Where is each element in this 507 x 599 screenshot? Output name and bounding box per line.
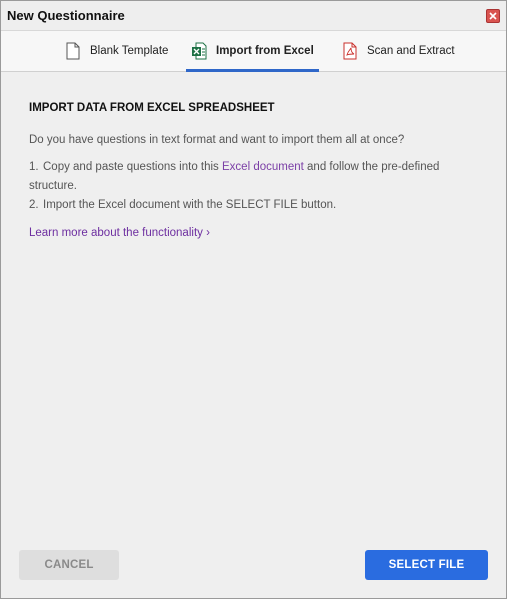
section-heading: IMPORT DATA FROM EXCEL SPREADSHEET: [29, 102, 275, 114]
step-text: Import the Excel document with the SELEC…: [43, 199, 337, 211]
tab-import-excel[interactable]: Import from Excel: [186, 31, 319, 72]
dialog-title: New Questionnaire: [7, 8, 125, 23]
questionnaire-dialog: New Questionnaire Blank Template Import …: [0, 0, 507, 599]
instructions-list: 1. Copy and paste questions into this Exc…: [29, 158, 478, 215]
document-icon: [65, 42, 81, 60]
step-2: 2. Import the Excel document with the SEL…: [29, 196, 478, 215]
excel-document-link[interactable]: Excel document: [222, 161, 304, 173]
tab-label: Import from Excel: [216, 45, 314, 57]
tab-bar: Blank Template Import from Excel Scan an…: [1, 31, 506, 72]
title-bar: New Questionnaire: [1, 1, 506, 31]
select-file-button[interactable]: SELECT FILE: [365, 550, 488, 580]
step-number: 2.: [29, 199, 39, 211]
step-text: Copy and paste questions into this: [43, 161, 223, 173]
intro-text: Do you have questions in text format and…: [29, 134, 405, 146]
excel-icon: [191, 42, 207, 60]
tab-scan-extract[interactable]: Scan and Extract: [342, 31, 455, 71]
step-number: 1.: [29, 161, 39, 173]
dialog-footer: CANCEL SELECT FILE: [1, 550, 506, 580]
cancel-button[interactable]: CANCEL: [19, 550, 119, 580]
tab-label: Blank Template: [90, 45, 169, 57]
pdf-icon: [342, 42, 358, 60]
tab-blank-template[interactable]: Blank Template: [65, 31, 168, 71]
learn-more-link[interactable]: Learn more about the functionality ›: [29, 227, 478, 239]
import-panel: IMPORT DATA FROM EXCEL SPREADSHEET Do yo…: [1, 102, 506, 239]
close-icon[interactable]: [486, 8, 500, 23]
step-1: 1. Copy and paste questions into this Exc…: [29, 158, 478, 196]
tab-label: Scan and Extract: [367, 45, 455, 57]
